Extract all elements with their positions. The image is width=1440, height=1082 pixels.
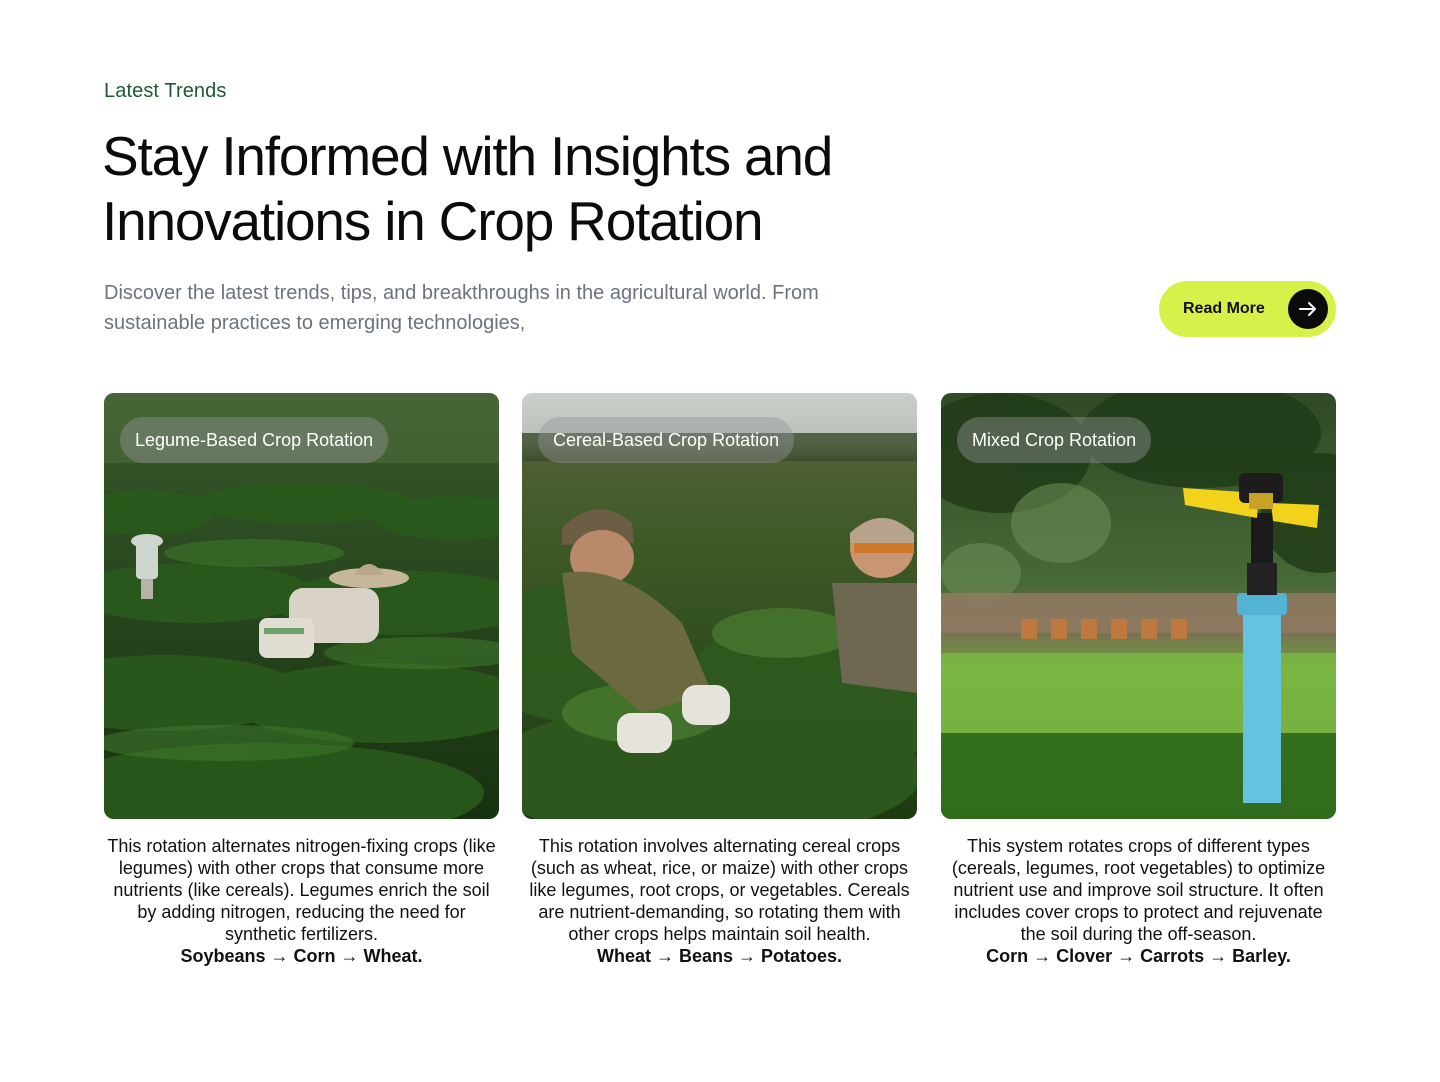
- read-more-label: Read More: [1183, 300, 1265, 317]
- section-intro: Discover the latest trends, tips, and br…: [104, 282, 819, 334]
- section-title-line-1: Stay Informed with Insights and: [102, 125, 833, 187]
- card-mixed-rotation[interactable]: Mixed Crop Rotation This system rotates …: [941, 393, 1336, 967]
- crop-rotation-trends-section: Latest Trends Stay Informed with Insight…: [0, 0, 1440, 1082]
- rotation-sequence: Corn → Clover → Carrots → Barley.: [986, 946, 1291, 966]
- card-description: This rotation alternates nitrogen-fixing…: [104, 835, 499, 967]
- tea-field-workers-photo: Legume-Based Crop Rotation: [104, 393, 499, 819]
- section-title-line-2: Innovations in Crop Rotation: [102, 190, 764, 252]
- section-title: Stay Informed with Insights and Innovati…: [102, 124, 1002, 254]
- card-description: This system rotates crops of different t…: [941, 835, 1336, 967]
- irrigation-sprinkler-photo: Mixed Crop Rotation: [941, 393, 1336, 819]
- arrow-right-icon: [1288, 289, 1328, 329]
- farmers-harvesting-photo: Cereal-Based Crop Rotation: [522, 393, 917, 819]
- card-tag: Mixed Crop Rotation: [957, 417, 1152, 463]
- card-legume-rotation[interactable]: Legume-Based Crop Rotation This rotation…: [104, 393, 499, 967]
- card-description-text: This rotation involves alternating cerea…: [529, 836, 910, 944]
- card-description-text: This system rotates crops of different t…: [951, 836, 1326, 944]
- read-more-button[interactable]: Read More: [1159, 281, 1336, 337]
- card-description-text: This rotation alternates nitrogen-fixing…: [107, 836, 496, 944]
- card-description: This rotation involves alternating cerea…: [522, 835, 917, 967]
- card-tag: Cereal-Based Crop Rotation: [538, 417, 795, 463]
- card-tag: Legume-Based Crop Rotation: [120, 417, 389, 463]
- rotation-sequence: Soybeans → Corn → Wheat.: [180, 946, 423, 966]
- rotation-sequence: Wheat → Beans → Potatoes.: [596, 946, 843, 966]
- card-cereal-rotation[interactable]: Cereal-Based Crop Rotation This rotation…: [522, 393, 917, 967]
- section-eyebrow: Latest Trends: [104, 80, 227, 102]
